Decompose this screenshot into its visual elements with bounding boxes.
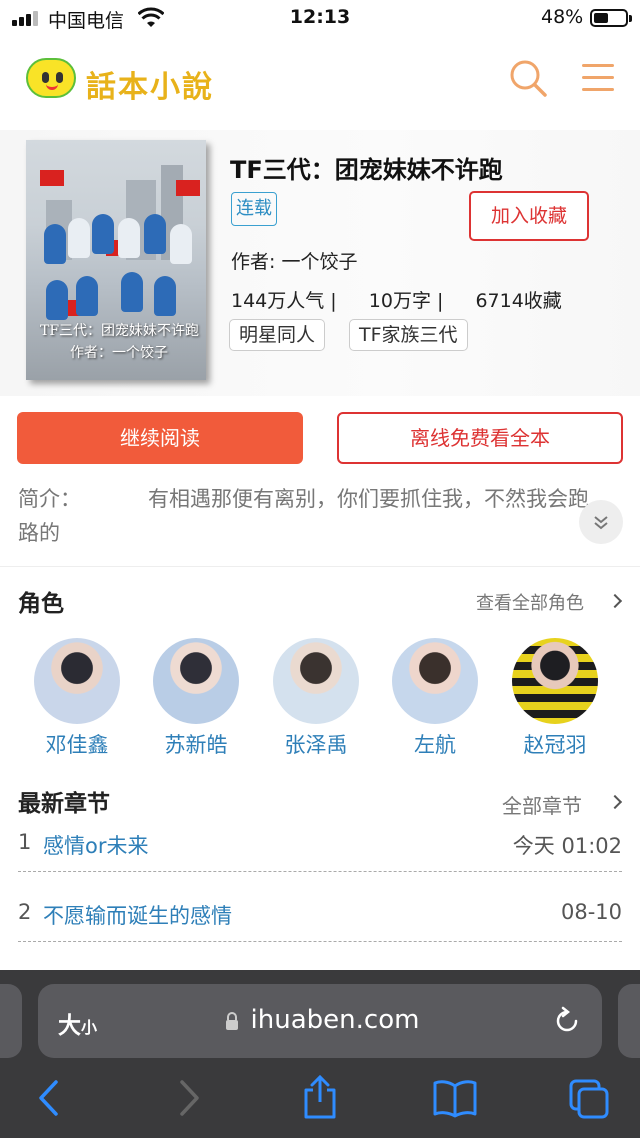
- genre-tag[interactable]: TF家族三代: [349, 319, 468, 351]
- avatar: [273, 638, 359, 724]
- chapter-title[interactable]: 感情or未来: [43, 830, 148, 860]
- chapter-date: 08-10: [560, 900, 622, 924]
- back-icon[interactable]: [36, 1078, 62, 1118]
- status-badge: 连载: [231, 192, 277, 226]
- chevron-double-down-icon: [594, 516, 608, 530]
- avatar: [392, 638, 478, 724]
- word-count-stat: 10万字 |: [368, 290, 444, 312]
- tabs-icon[interactable]: [568, 1078, 610, 1120]
- favorites-stat: 6714收藏: [475, 290, 562, 312]
- address-bar[interactable]: 大小 ihuaben.com: [38, 984, 602, 1058]
- cover-text: TF三代：团宠妹妹不许跑 作者：一个饺子: [40, 323, 200, 361]
- search-icon[interactable]: [508, 58, 548, 98]
- menu-icon[interactable]: [582, 62, 618, 94]
- chapter-date: 今天 01:02: [512, 834, 622, 858]
- battery-percent: 48%: [541, 6, 584, 28]
- role-item[interactable]: 张泽禹: [273, 638, 359, 759]
- book-title: TF三代：团宠妹妹不许跑: [230, 156, 503, 184]
- reload-icon[interactable]: [550, 1004, 584, 1038]
- status-bar: 中国电信 12:13 48%: [0, 0, 640, 36]
- chapter-row[interactable]: 2 不愿输而诞生的感情 08-10: [18, 900, 622, 938]
- chapter-row[interactable]: 1 感情or未来 今天 01:02: [18, 830, 622, 868]
- browser-toolbar: 大小 ihuaben.com: [0, 970, 640, 1138]
- battery-icon: [590, 9, 632, 27]
- add-favorite-button[interactable]: 加入收藏: [469, 191, 589, 241]
- genre-tag[interactable]: 明星同人: [229, 319, 326, 351]
- chevron-right-icon: [607, 794, 623, 810]
- expand-button[interactable]: [579, 500, 623, 544]
- chapter-number: 1: [18, 830, 32, 854]
- site-header: 話本小說: [0, 36, 640, 130]
- chapter-number: 2: [18, 900, 32, 924]
- book-stats: 144万人气 | 10万字 | 6714收藏: [231, 286, 562, 313]
- divider: [18, 941, 622, 942]
- role-item[interactable]: 苏新皓: [153, 638, 239, 759]
- role-name: 邓佳鑫: [45, 733, 109, 757]
- role-item[interactable]: 邓佳鑫: [34, 638, 120, 759]
- bookmarks-icon[interactable]: [432, 1078, 478, 1118]
- forward-icon[interactable]: [176, 1078, 202, 1118]
- role-name: 赵冠羽: [523, 733, 587, 757]
- role-name: 左航: [414, 733, 456, 757]
- next-tab-preview[interactable]: [618, 984, 640, 1058]
- previous-tab-preview[interactable]: [0, 984, 22, 1058]
- continue-reading-button[interactable]: 继续阅读: [17, 412, 303, 464]
- role-name: 苏新皓: [164, 733, 228, 757]
- role-item[interactable]: 赵冠羽: [512, 638, 598, 759]
- all-chapters-link[interactable]: 全部章节: [502, 790, 582, 819]
- view-all-roles-link[interactable]: 查看全部角色: [476, 589, 584, 615]
- avatar: [34, 638, 120, 724]
- chevron-right-icon: [607, 593, 623, 609]
- book-info: TF三代：团宠妹妹不许跑 作者：一个饺子 TF三代：团宠妹妹不许跑 连载 加入收…: [0, 130, 640, 396]
- popularity-stat: 144万人气 |: [231, 290, 337, 312]
- divider: [0, 566, 640, 567]
- logo-icon[interactable]: [26, 58, 76, 98]
- url-text: ihuaben.com: [250, 1005, 420, 1035]
- avatar: [512, 638, 598, 724]
- share-icon[interactable]: [300, 1074, 340, 1120]
- role-item[interactable]: 左航: [392, 638, 478, 759]
- role-name: 张泽禹: [284, 733, 348, 757]
- logo-text[interactable]: 話本小說: [86, 62, 214, 106]
- intro-label: 简介：: [18, 487, 81, 511]
- avatar: [153, 638, 239, 724]
- book-intro: 简介： 有相遇那便有离别，你们要抓住我，不然我会跑路的: [18, 482, 608, 550]
- book-cover[interactable]: TF三代：团宠妹妹不许跑 作者：一个饺子: [26, 140, 206, 380]
- roles-title: 角色: [18, 591, 64, 617]
- offline-read-button[interactable]: 离线免费看全本: [337, 412, 623, 464]
- chapters-title: 最新章节: [18, 791, 110, 817]
- book-author[interactable]: 作者: 一个饺子: [231, 247, 357, 274]
- divider: [18, 871, 622, 872]
- chapter-title[interactable]: 不愿输而诞生的感情: [43, 900, 232, 930]
